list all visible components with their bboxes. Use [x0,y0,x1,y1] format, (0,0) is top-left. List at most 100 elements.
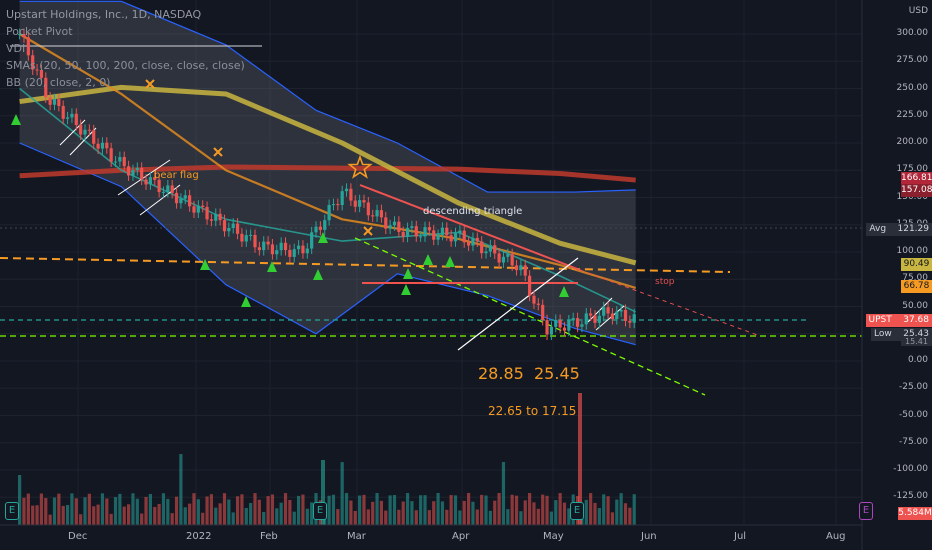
volume-bar [283,493,288,525]
volume-bar [589,493,593,525]
pattern-label[interactable]: descending triangle [423,206,522,217]
volume-bar [201,512,205,525]
indicator-bb[interactable]: BB (20, close, 2, 0) [6,74,245,91]
avg-price-tag: Avg 121.29 [866,223,932,236]
volume-bar [336,509,340,525]
volume-bar [218,503,222,525]
earnings-marker-2[interactable]: E [313,502,327,520]
candle-body [353,200,357,207]
volume-bar [497,493,501,525]
volume-bar [514,495,519,525]
volume-bar [296,495,301,525]
candle-body [405,227,410,237]
currency-label: USD [908,6,928,16]
volume-bar [240,494,244,525]
volume-bar [188,503,192,525]
candle-body [554,319,558,327]
earnings-marker-3[interactable]: E [570,502,584,520]
target-label-1[interactable]: 28.85 [478,364,524,383]
earnings-marker-upcoming[interactable]: E [859,502,873,520]
candle-body [144,179,148,185]
y-tick-label: 275.00 [896,55,929,66]
last-price-tag: UPST 37.68 [865,314,932,327]
volume-bar [166,498,170,525]
x-tick-label: Jul [734,531,747,542]
y-tick-label: 300.00 [896,28,929,38]
volume-bar [157,503,161,525]
candle-body [449,235,453,242]
volume-bar [440,501,445,525]
candle-body [628,320,632,323]
candle-body [462,230,466,243]
candle-body [379,210,384,218]
volume-bar [270,494,275,525]
candle-body [340,191,344,206]
volume-bar [65,504,70,525]
candle-body [528,275,532,296]
candle-body [593,315,597,323]
candle-body [318,226,322,230]
y-tick-label: -75.00 [898,436,928,447]
candle-body [397,221,401,232]
volume-bar [623,503,628,525]
candle-body [113,161,118,163]
candle-body [384,217,388,229]
volume-bar [506,509,510,525]
volume-bar [305,508,309,525]
sma50-price-tag: 66.78 [901,280,932,293]
candle-body [541,304,545,321]
range-label[interactable]: 22.65 to 17.15 [488,404,576,418]
target-label-2[interactable]: 25.45 [534,364,580,383]
volume-bar [253,493,257,525]
avg-value: 121.29 [897,224,930,234]
volume-bar [632,494,636,525]
sma200b-price-tag: 157.08 [901,184,932,197]
candle-body [471,237,475,246]
earnings-marker-1[interactable]: E [5,502,19,520]
volume-bar [541,494,545,525]
stop-label[interactable]: stop [655,277,674,287]
candle-body [427,227,431,231]
indicator-vdi[interactable]: VDI [6,40,245,57]
y-tick-label: 250.00 [896,82,929,93]
volume-bar [161,493,166,525]
indicator-pocket-pivot[interactable]: Pocket Pivot [6,23,245,40]
candle-body [118,157,122,162]
candle-body [549,326,554,335]
symbol-title[interactable]: Upstart Holdings, Inc., 1D, NASDAQ [6,6,245,23]
candle-body [331,204,336,206]
y-tick-label: 50.00 [902,300,928,311]
candle-body [366,202,370,216]
candle-body [575,318,580,327]
candle-body [253,234,257,248]
volume-tag: 5.584M [898,507,932,520]
bear-flag-label[interactable]: bear flag [154,170,199,181]
candle-body [83,129,87,135]
volume-bar [170,513,174,525]
candle-body [240,233,244,242]
x-tick-label: Feb [260,531,278,542]
volume-bar [48,514,52,525]
x-tick-label: Apr [452,531,470,542]
candle-body [453,233,458,242]
candle-body [61,105,65,119]
indicator-smas[interactable]: SMAs (20, 50, 100, 200, close, close, cl… [6,57,245,74]
volume-bar [379,500,384,525]
volume-bar [471,501,475,525]
symbol-label: UPST [868,315,892,325]
candle-body [183,195,187,199]
volume-bar [488,510,492,525]
volume-bar [235,496,240,525]
candle-body [323,220,327,230]
candle-body [196,205,200,213]
volume-bar [523,500,527,525]
volume-bar [179,454,183,525]
candle-body [506,254,510,257]
volume-bar [227,499,231,525]
x-tick-label: Dec [68,531,88,542]
volume-bar [445,509,449,525]
candle-body [170,185,174,193]
candle-body [209,219,214,221]
candle-body [96,143,100,149]
candle-body [192,206,196,213]
